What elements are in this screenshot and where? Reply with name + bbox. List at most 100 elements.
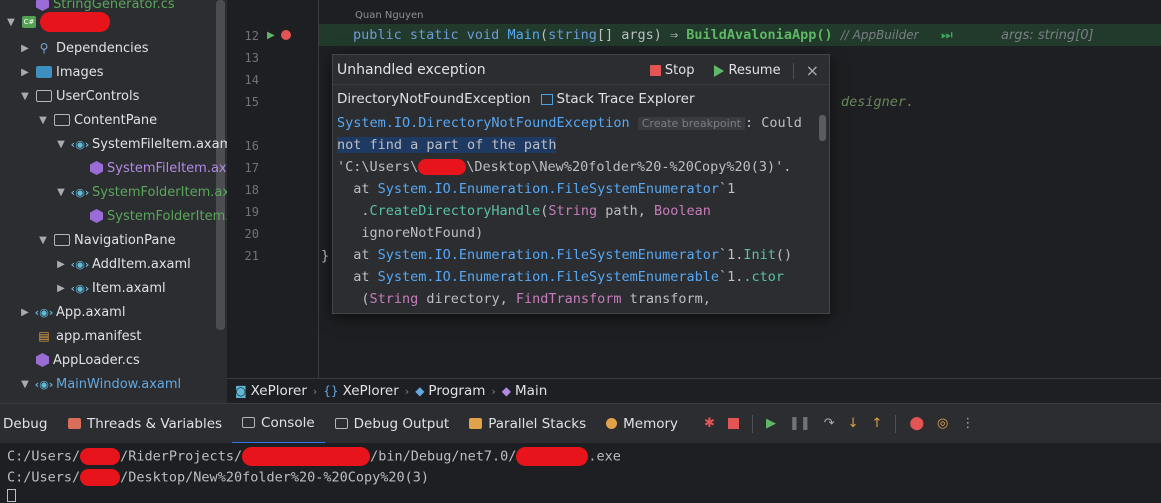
chevron-right-icon[interactable]: ▶ (18, 67, 32, 78)
memory-icon (606, 418, 618, 429)
step-out-icon[interactable]: ↑ (872, 416, 883, 431)
tree-item-item[interactable]: ▶ ‹◉› Item.axaml (54, 276, 166, 300)
tree-item-app-manifest[interactable]: ▤ app.manifest (36, 324, 141, 348)
breadcrumb-label: Program (428, 383, 486, 399)
code-line-21: } (321, 248, 330, 264)
stack-trace-icon (540, 93, 553, 105)
tree-item-systemfolderitem-cs[interactable]: SystemFolderItem. (90, 204, 227, 228)
step-into-icon[interactable]: ↓ (848, 416, 859, 431)
trace-method[interactable]: .ctor (743, 269, 784, 285)
tab-memory[interactable]: Memory (596, 404, 688, 444)
trace-text: not find a part of the path (337, 137, 557, 153)
threads-icon (68, 418, 81, 429)
trace-method[interactable]: Init (743, 247, 776, 263)
breadcrumb-item[interactable]: ◙ XePlorer (235, 383, 307, 399)
resume-button[interactable]: Resume (714, 63, 781, 78)
tree-item-navigationpane[interactable]: ▼ NavigationPane (36, 228, 175, 252)
close-icon[interactable]: × (806, 61, 819, 80)
tree-item-label: SystemFolderItem.ax (92, 184, 227, 200)
chevron-down-icon[interactable]: ▼ (36, 115, 50, 126)
trace-link[interactable]: System.IO.Enumeration.FileSystemEnumerat… (378, 181, 719, 197)
trace-line: System.IO.DirectoryNotFoundException Cre… (337, 115, 802, 131)
breadcrumb-item[interactable]: ◆ Main (502, 383, 547, 399)
bug-icon[interactable]: ✱ (704, 416, 715, 431)
chevron-right-icon[interactable]: ▶ (18, 307, 32, 318)
console-line: C:/Users/ /Desktop/New%20folder%20-%20Cop… (7, 469, 429, 486)
chevron-down-icon[interactable]: ▼ (54, 187, 68, 198)
more-options-icon[interactable]: ⋮ (961, 416, 974, 431)
breakpoint-icon[interactable] (281, 30, 291, 40)
project-tree: StringGenerator.cs ▼ C# ▶ ⚲ Dependencies… (0, 0, 227, 403)
trace-type: String (548, 203, 598, 219)
step-over-icon[interactable]: ↷ (824, 416, 835, 431)
breadcrumb-label: Main (515, 383, 548, 399)
tree-item-label: ContentPane (74, 112, 158, 128)
method-icon: ◆ (501, 384, 512, 398)
tree-item-app-axaml[interactable]: ▶ ‹◉› App.axaml (18, 300, 125, 324)
tab-label: Debug Output (353, 415, 450, 432)
tree-item-label: App.axaml (56, 304, 126, 320)
tree-item-systemfolderitem-axaml[interactable]: ▼ ‹◉› SystemFolderItem.ax (54, 180, 227, 204)
chevron-down-icon[interactable]: ▼ (54, 139, 68, 150)
mute-breakpoints-icon[interactable]: ◎ (937, 416, 948, 431)
line-number: 20 (244, 227, 259, 241)
tree-item-usercontrols[interactable]: ▼ UserControls (18, 84, 139, 108)
pause-icon[interactable]: ❚❚ (789, 416, 811, 431)
class-icon: ◆ (415, 384, 425, 398)
tree-item-systemfileitem-axaml[interactable]: ▼ ‹◉› SystemFileItem.axaml (54, 132, 227, 156)
create-breakpoint-button[interactable]: Create breakpoint (637, 117, 745, 130)
console-icon (242, 417, 256, 428)
chevron-right-icon[interactable]: ▶ (18, 43, 32, 54)
chevron-down-icon[interactable]: ▼ (36, 235, 50, 246)
tab-parallel-stacks[interactable]: Parallel Stacks (459, 404, 596, 444)
tree-item-images[interactable]: ▶ Images (18, 60, 103, 84)
tree-item-label: Dependencies (56, 40, 149, 56)
resume-icon[interactable]: ▶ (766, 416, 776, 431)
trace-link[interactable]: System.IO.Enumeration.FileSystemEnumerat… (378, 247, 719, 263)
divider (792, 62, 794, 79)
trace-text: 'C:\Users\ (337, 159, 419, 175)
tree-item-additem[interactable]: ▶ ‹◉› AddItem.axaml (54, 252, 191, 276)
trace-link[interactable]: System.IO.Enumeration.FileSystemEnumerab… (378, 269, 719, 285)
tab-console[interactable]: Console (232, 404, 325, 444)
trace-method[interactable]: CreateDirectoryHandle (370, 203, 541, 219)
exception-type-link[interactable]: System.IO.DirectoryNotFoundException (337, 115, 630, 131)
chevron-down-icon[interactable]: ▼ (4, 17, 18, 28)
chevron-down-icon[interactable]: ▼ (18, 91, 32, 102)
stop-button[interactable]: Stop (649, 63, 694, 78)
chevron-right-icon[interactable]: ▶ (54, 283, 68, 294)
breadcrumb-item[interactable]: ◆ Program (415, 383, 485, 399)
run-gutter-icon[interactable]: ▶ (267, 30, 275, 41)
tree-item-dependencies[interactable]: ▶ ⚲ Dependencies (18, 36, 149, 60)
console-line: C:/Users/ /RiderProjects/ /bin/Debug/net7.… (7, 447, 621, 466)
tab-threads-variables[interactable]: Threads & Variables (58, 404, 232, 444)
code-token: ( (539, 27, 549, 43)
code-comment-tail: designer. (841, 94, 915, 110)
popup-scrollbar[interactable] (819, 115, 826, 141)
console-cursor (7, 489, 16, 502)
stop-icon[interactable] (727, 418, 739, 429)
folder-icon (54, 234, 70, 246)
run-to-cursor-icon[interactable]: ⏭ (941, 28, 953, 43)
tree-item-mainwindow[interactable]: ▼ ‹◉› MainWindow.axaml (18, 372, 181, 396)
axaml-file-icon: ‹◉› (70, 281, 90, 295)
stack-trace-explorer-link[interactable]: Stack Trace Explorer (540, 91, 695, 107)
view-breakpoints-icon[interactable]: ⬤ (909, 416, 924, 431)
console-output[interactable]: C:/Users/ /RiderProjects/ /bin/Debug/net7.… (0, 443, 1161, 503)
tab-debug-output[interactable]: Debug Output (325, 404, 460, 444)
trace-text: \Desktop\New%20folder%20-%20Copy%20(3)'. (466, 159, 792, 175)
chevron-right-icon[interactable]: ▶ (54, 259, 68, 270)
tree-item-apploader[interactable]: AppLoader.cs (36, 348, 140, 372)
breadcrumb-item[interactable]: {} XePlorer (323, 383, 399, 399)
redacted-exe-name (516, 447, 589, 466)
tab-label: Console (261, 414, 315, 431)
code-author-hint: Quan Nguyen (355, 10, 424, 21)
redacted-project-name (40, 12, 110, 32)
trace-line: at System.IO.Enumeration.FileSystemEnume… (337, 181, 735, 197)
tree-item-systemfileitem-cs[interactable]: SystemFileItem.axa (90, 156, 227, 180)
tree-item-project[interactable]: ▼ C# (4, 10, 110, 34)
trace-type: FindTransform (515, 291, 622, 307)
tree-item-contentpane[interactable]: ▼ ContentPane (36, 108, 157, 132)
trace-text: : Could (745, 115, 802, 131)
chevron-down-icon[interactable]: ▼ (18, 379, 32, 390)
